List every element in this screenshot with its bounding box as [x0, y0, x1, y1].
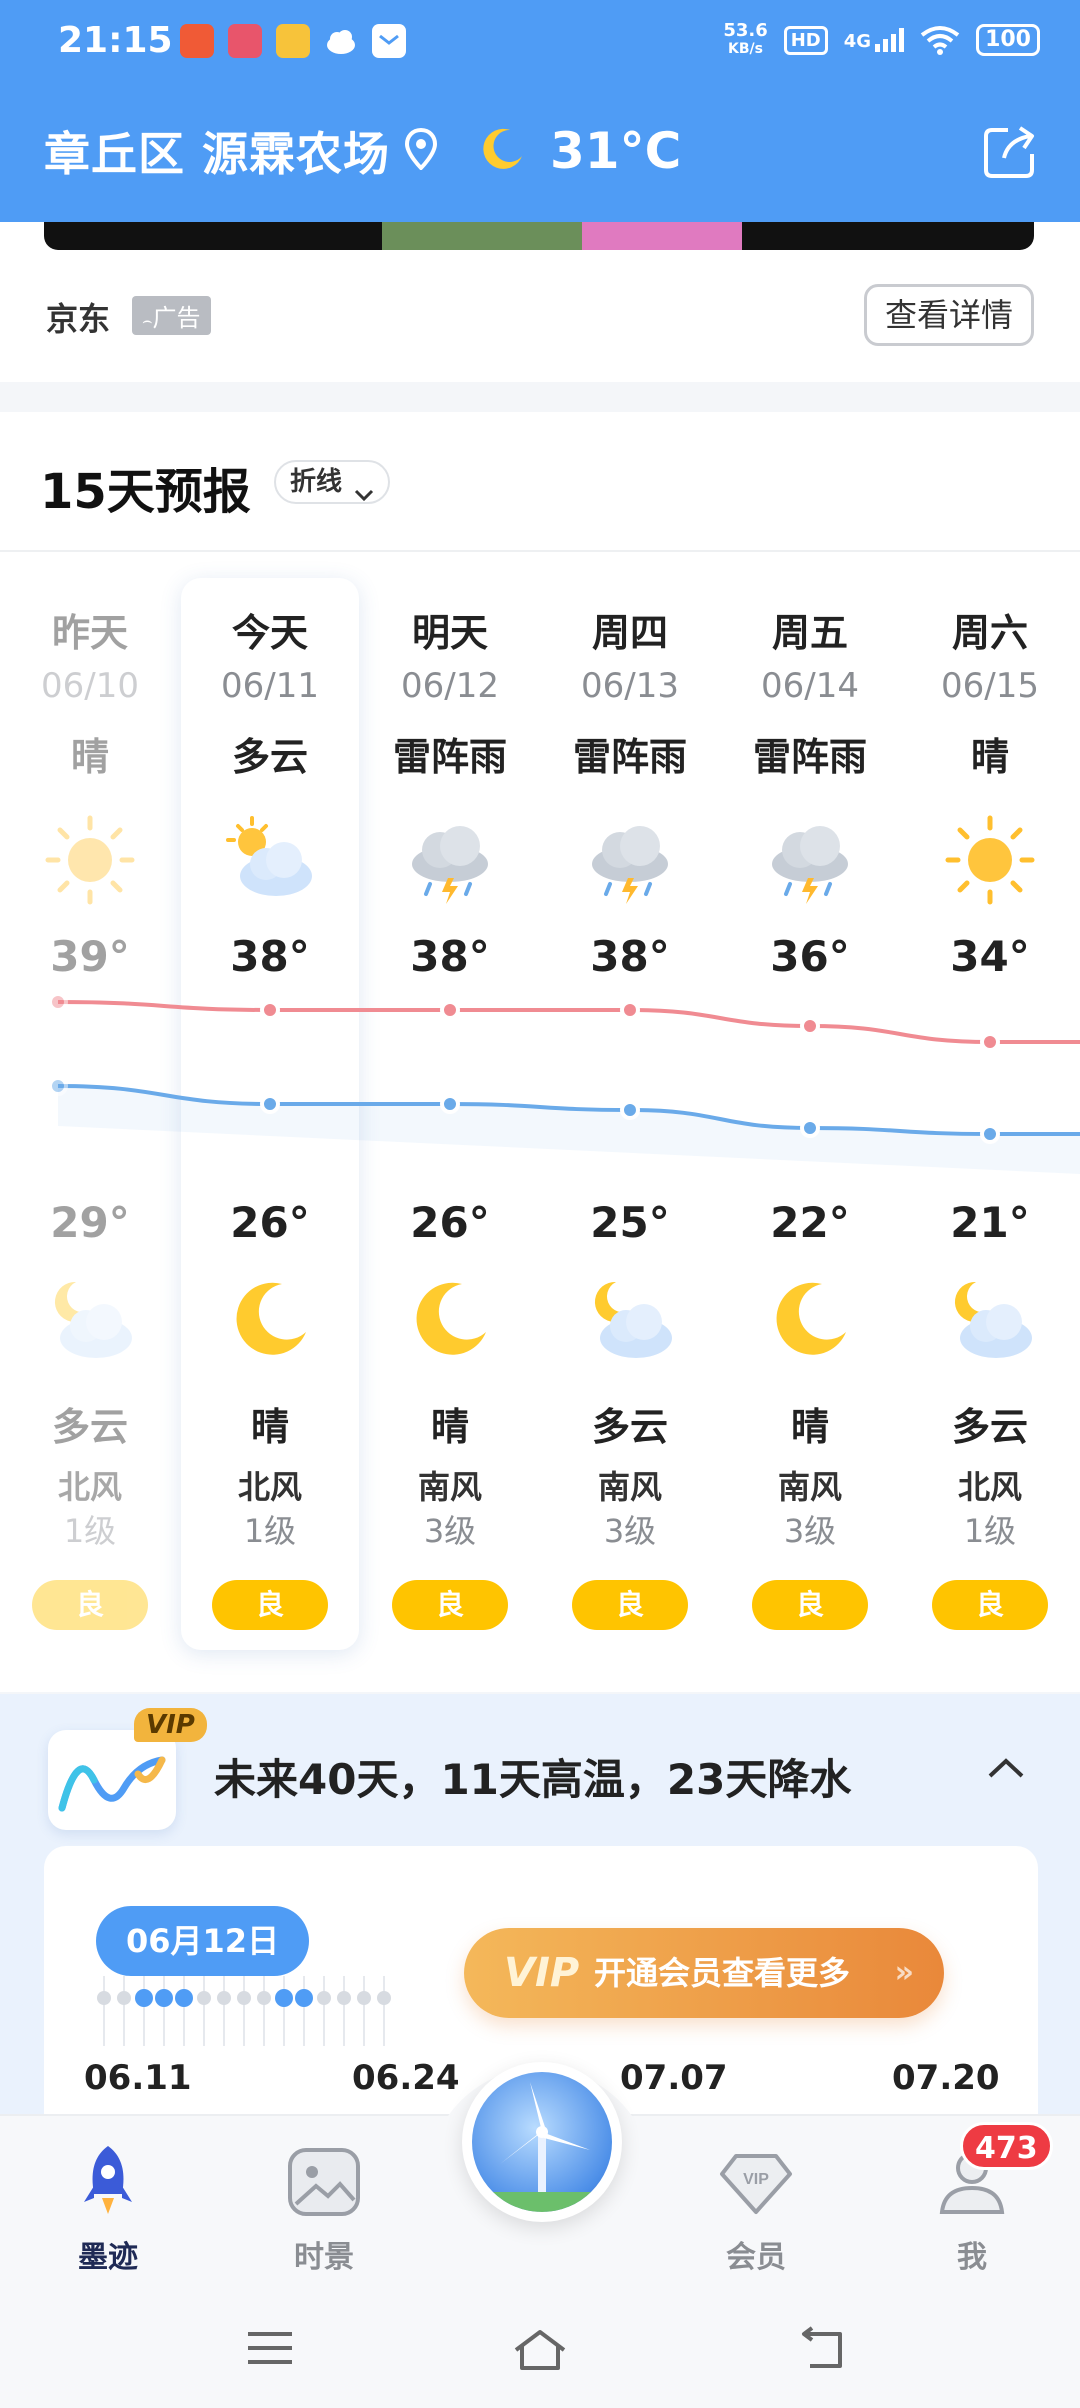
image-icon — [284, 2148, 364, 2226]
low-temp-line-area — [58, 1086, 1080, 1174]
selected-date-pill: 06月12日 — [96, 1906, 310, 1976]
nav-scenery[interactable]: 时景 — [254, 2142, 394, 2276]
rain-dot — [217, 1991, 231, 2005]
view-details-button[interactable]: 查看详情 — [863, 284, 1034, 346]
axis-date: 06.24 — [352, 2058, 460, 2098]
rain-dot — [97, 1991, 111, 2005]
net-speed-value: 53.6 — [723, 20, 768, 41]
rain-dot — [237, 1991, 251, 2005]
ad-tag: ⌢广告 — [132, 296, 211, 335]
message-icon — [372, 24, 406, 58]
ad-tag-icon: ⌢ — [142, 311, 153, 330]
ad-card[interactable]: 京东 ⌢广告 查看详情 — [0, 222, 1080, 382]
rain-dot — [337, 1991, 351, 2005]
network-type: 4G — [843, 31, 872, 52]
svg-text:VIP: VIP — [743, 2171, 769, 2188]
notification-icons — [180, 24, 406, 58]
nav-vip[interactable]: VIP 会员 — [686, 2142, 826, 2276]
precipitation-dots — [97, 1976, 391, 2046]
rain-dot — [275, 1989, 293, 2007]
share-icon[interactable] — [980, 122, 1040, 186]
user-icon — [932, 2152, 1012, 2226]
app-header: 21:15 53.6 KB/s HD 4G 100 章丘区 源霖农场 31°C — [0, 0, 1080, 222]
low-temp-line-point — [620, 1100, 640, 1120]
location-name[interactable]: 章丘区 源霖农场 — [44, 118, 390, 184]
hd-badge: HD — [783, 25, 828, 55]
nav-label: 墨迹 — [78, 2240, 138, 2275]
vip-mark-icon: VIP — [504, 1950, 580, 1996]
rain-dot — [197, 1991, 211, 2005]
status-time: 21:15 — [58, 20, 173, 61]
nav-moji[interactable]: 墨迹 — [38, 2142, 178, 2276]
rain-dot — [175, 1989, 193, 2007]
status-indicators: 53.6 KB/s HD 4G 100 — [723, 22, 1040, 58]
axis-date: 06.11 — [84, 2058, 192, 2098]
home-icon[interactable] — [510, 2326, 570, 2378]
high-temp-line-point — [800, 1016, 820, 1036]
status-bar: 21:15 53.6 KB/s HD 4G 100 — [0, 0, 1080, 86]
net-speed: 53.6 KB/s — [723, 22, 767, 58]
cloud-icon — [324, 24, 358, 58]
axis-date: 07.20 — [892, 2058, 1000, 2098]
chevron-up-icon[interactable] — [986, 1756, 1026, 1784]
rain-dot — [377, 1991, 391, 2005]
nav-label: 时景 — [294, 2240, 354, 2275]
low-temp-line-point — [48, 1076, 68, 1096]
nav-label: 我 — [957, 2240, 987, 2275]
bottom-navigation: 墨迹 时景 VIP 会员 我 473 — [0, 2062, 1080, 2408]
rain-dot — [117, 1991, 131, 2005]
current-temperature: 31°C — [550, 122, 682, 180]
ad-source: 京东 — [46, 300, 111, 338]
signal-icon — [875, 28, 905, 52]
weibo-icon — [276, 24, 310, 58]
low-temp-line-point — [260, 1094, 280, 1114]
wind-turbine-button[interactable] — [462, 2062, 622, 2222]
menu-icon[interactable] — [244, 2326, 296, 2374]
back-icon[interactable] — [796, 2326, 848, 2378]
trend-icon — [48, 1730, 176, 1830]
open-vip-button[interactable]: VIP 开通会员查看更多 » — [464, 1928, 944, 2018]
rain-dot — [295, 1989, 313, 2007]
battery-indicator: 100 — [976, 24, 1040, 56]
app-notification-icon — [180, 24, 214, 58]
system-navigation-bar — [0, 2308, 1080, 2408]
ad-image[interactable] — [44, 222, 1034, 250]
high-temp-line-point — [440, 1000, 460, 1020]
high-temp-line-point — [980, 1032, 1000, 1052]
wifi-icon — [920, 26, 960, 55]
notification-badge: 473 — [960, 2122, 1053, 2170]
location-row[interactable]: 章丘区 源霖农场 31°C — [44, 118, 681, 184]
rain-dot — [317, 1991, 331, 2005]
forty-day-summary: 未来40天，11天高温，23天降水 — [214, 1755, 852, 1804]
rain-dot — [357, 1991, 371, 2005]
fifteen-day-forecast: 15天预报 折线 昨天 06/10 晴 39° 29° 多云 北风 1级良今天 06/11 多云 3… — [0, 412, 1080, 1692]
cell-signal: 4G — [843, 28, 905, 52]
rain-dot — [135, 1989, 153, 2007]
double-chevron-right-icon: » — [894, 1955, 914, 1990]
forty-day-trend[interactable]: VIP 未来40天，11天高温，23天降水 06月12日 VIP 开通会员查看更… — [0, 1694, 1080, 2146]
rain-dot — [257, 1991, 271, 2005]
high-temp-line-point — [260, 1000, 280, 1020]
rocket-icon — [76, 2146, 140, 2226]
moon-icon — [480, 126, 526, 176]
vip-badge: VIP — [134, 1708, 207, 1742]
location-pin-icon[interactable] — [404, 127, 438, 174]
low-temp-line-point — [800, 1118, 820, 1138]
nav-label: 会员 — [726, 2240, 786, 2275]
app-notification-icon — [228, 24, 262, 58]
rain-dot — [155, 1989, 173, 2007]
high-temp-line-point — [48, 992, 68, 1012]
temperature-line-chart — [48, 992, 1080, 1174]
low-temp-line-point — [980, 1124, 1000, 1144]
high-temp-line-point — [620, 1000, 640, 1020]
net-speed-unit: KB/s — [728, 41, 763, 57]
low-temp-line-point — [440, 1094, 460, 1114]
axis-date: 07.07 — [620, 2058, 728, 2098]
vip-diamond-icon: VIP — [716, 2154, 796, 2226]
high-temp-line — [57, 1000, 1080, 1044]
wind-turbine-icon — [472, 2072, 612, 2212]
ad-tag-label: 广告 — [152, 304, 201, 332]
open-vip-label: 开通会员查看更多 — [594, 1954, 851, 1992]
